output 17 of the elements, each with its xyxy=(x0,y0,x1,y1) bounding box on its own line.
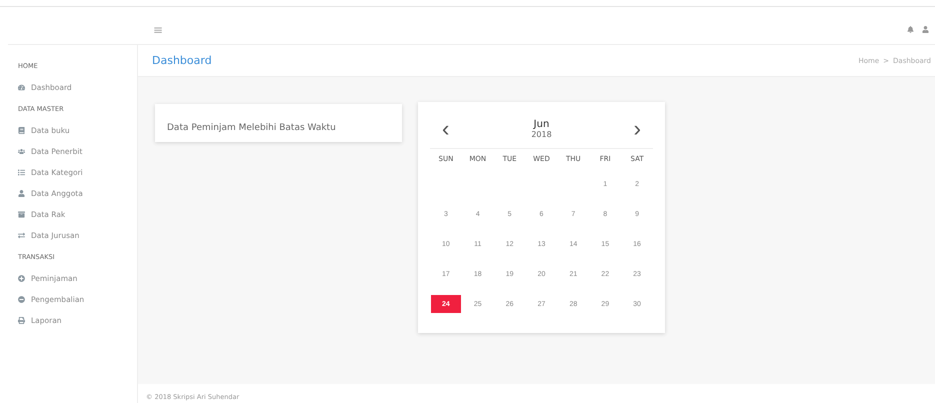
dashboard-icon xyxy=(18,84,25,91)
user-icon xyxy=(18,190,25,197)
page-title: Dashboard xyxy=(152,54,212,67)
bell-icon[interactable] xyxy=(907,26,914,33)
previous-month-button[interactable]: ‹ xyxy=(442,118,450,140)
book-icon xyxy=(18,127,25,134)
menu-icon[interactable]: ≡ xyxy=(153,22,164,36)
printer-icon xyxy=(18,317,25,324)
calendar-year: 2018 xyxy=(531,130,552,139)
exchange-icon xyxy=(18,232,25,239)
user-icon[interactable] xyxy=(922,26,929,33)
next-month-button[interactable]: › xyxy=(634,118,641,140)
archive-icon xyxy=(18,211,25,218)
card-title: Data Peminjam Melebihi Batas Waktu xyxy=(167,123,336,133)
list-icon xyxy=(18,169,25,176)
users-icon xyxy=(18,148,25,155)
calendar-month: Jun xyxy=(534,119,550,130)
